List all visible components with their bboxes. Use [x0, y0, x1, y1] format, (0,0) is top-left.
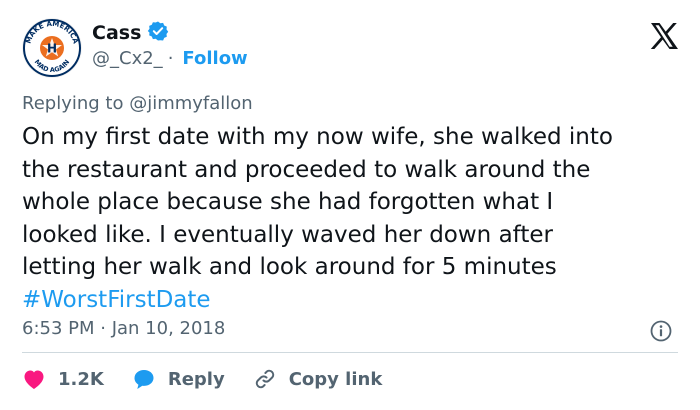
- replying-to-mention[interactable]: @jimmyfallon: [129, 93, 253, 114]
- like-count: 1.2K: [58, 368, 104, 390]
- author-display-name[interactable]: Cass: [92, 22, 141, 44]
- replying-to-prefix: Replying to: [22, 93, 130, 114]
- tweet-timestamp[interactable]: 6:53 PM · Jan 10, 2018: [22, 318, 225, 339]
- avatar[interactable]: MAKE AMERICA MAD AGAIN H: [22, 18, 82, 78]
- like-button[interactable]: 1.2K: [22, 368, 104, 390]
- tweet-body: On my first date with my now wife, she w…: [22, 121, 682, 316]
- reply-label: Reply: [167, 368, 225, 390]
- heart-icon: [22, 368, 46, 390]
- action-bar: 1.2K Reply Copy link: [22, 367, 410, 391]
- tweet-text: On my first date with my now wife, she w…: [22, 124, 613, 280]
- follow-button[interactable]: Follow: [182, 48, 247, 69]
- separator-dot: ·: [167, 48, 174, 69]
- copy-link-label: Copy link: [288, 368, 383, 390]
- author-name-row: Cass: [92, 20, 169, 46]
- replying-to: Replying to @jimmyfallon: [22, 93, 253, 114]
- speech-bubble-icon: [132, 368, 156, 390]
- x-logo-icon[interactable]: [648, 20, 680, 52]
- divider: [22, 352, 678, 353]
- copy-link-button[interactable]: Copy link: [253, 367, 383, 391]
- info-icon[interactable]: [649, 319, 673, 343]
- link-icon: [253, 367, 277, 391]
- hashtag-link[interactable]: #WorstFirstDate: [22, 287, 211, 313]
- author-handle-row: @_Cx2_ · Follow: [92, 48, 248, 69]
- author-handle[interactable]: @_Cx2_: [92, 48, 163, 69]
- reply-button[interactable]: Reply: [132, 368, 225, 390]
- avatar-letter: H: [47, 42, 57, 56]
- verified-badge-icon: [147, 20, 169, 46]
